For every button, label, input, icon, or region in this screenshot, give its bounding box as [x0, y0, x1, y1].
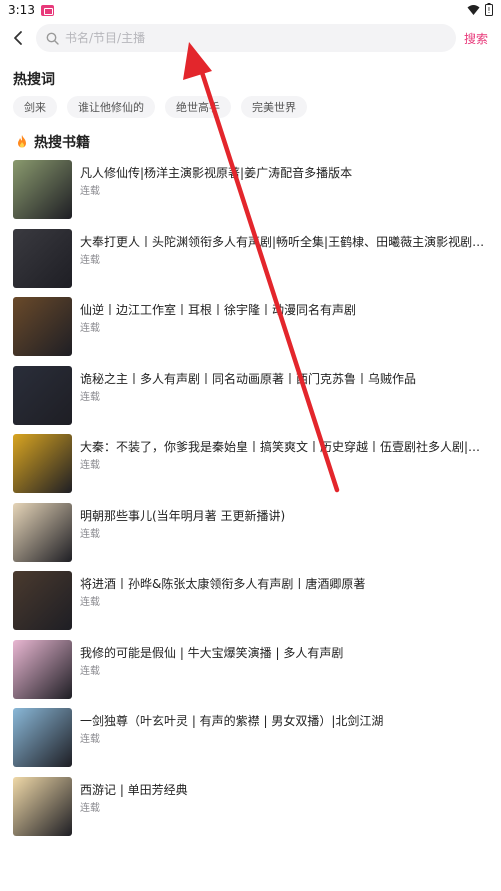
- book-title: 大秦：不装了，你爹我是秦始皇丨搞笑爽文丨历史穿越丨伍壹剧社多人剧|赵...: [80, 440, 488, 454]
- hot-word-chip[interactable]: 剑来: [13, 96, 57, 118]
- book-title: 西游记 | 单田芳经典: [80, 782, 188, 797]
- hot-words-heading: 热搜词: [13, 72, 55, 88]
- hot-books-heading: 热搜书籍: [15, 132, 90, 152]
- book-list-item[interactable]: 诡秘之主丨多人有声剧丨同名动画原著丨西门克苏鲁丨乌贼作品 连载: [13, 365, 493, 435]
- book-title: 诡秘之主丨多人有声剧丨同名动画原著丨西门克苏鲁丨乌贼作品: [80, 371, 417, 386]
- book-list-item[interactable]: 我修的可能是假仙 | 牛大宝爆笑演播 | 多人有声剧 连载: [13, 639, 493, 709]
- book-status: 连载: [80, 391, 100, 403]
- hot-words-chips: 剑来 谁让他修仙的 绝世高手 完美世界: [13, 96, 307, 118]
- book-status: 连载: [80, 460, 100, 471]
- book-status: 连载: [80, 323, 100, 334]
- book-title: 将进酒丨孙晔&陈张太康领衔多人有声剧丨唐酒卿原著: [80, 577, 366, 591]
- status-time: 3:13: [8, 3, 35, 17]
- chevron-left-icon: [14, 31, 22, 45]
- svg-text:!: !: [487, 6, 490, 15]
- book-list-item[interactable]: 一剑独尊（叶玄叶灵 | 有声的紫襟 | 男女双播）|北剑江湖 连载: [13, 708, 493, 777]
- book-list-item[interactable]: 大秦：不装了，你爹我是秦始皇丨搞笑爽文丨历史穿越丨伍壹剧社多人剧|赵... 连载: [13, 434, 493, 503]
- book-title: 我修的可能是假仙 | 牛大宝爆笑演播 | 多人有声剧: [80, 645, 344, 660]
- hot-books-title: 热搜书籍: [34, 135, 90, 151]
- flame-icon: [18, 135, 26, 148]
- status-bar: 3:13 !: [0, 0, 501, 20]
- book-cover: [13, 365, 72, 425]
- search-icon: [46, 32, 59, 45]
- book-status: 连载: [80, 734, 100, 745]
- wifi-icon: [467, 4, 480, 15]
- book-title: 凡人修仙传|杨洋主演影视原著|姜广涛配音多播版本: [80, 166, 353, 180]
- book-title: 大奉打更人丨头陀渊领衔多人有声剧|畅听全集|王鹤棣、田曦薇主演影视剧原著: [80, 234, 488, 249]
- search-header: 搜索: [0, 22, 501, 54]
- book-cover: [13, 776, 72, 836]
- book-status: 连载: [80, 802, 100, 814]
- book-list-item[interactable]: 仙逆丨边江工作室丨耳根丨徐宇隆丨动漫同名有声剧 连载: [13, 297, 493, 366]
- search-box[interactable]: [36, 24, 456, 52]
- book-list-item[interactable]: 大奉打更人丨头陀渊领衔多人有声剧|畅听全集|王鹤棣、田曦薇主演影视剧原著 连载: [13, 228, 493, 298]
- book-status: 连载: [80, 597, 100, 608]
- book-cover: [13, 571, 72, 630]
- book-cover: [13, 708, 72, 767]
- book-status: 连载: [80, 186, 100, 197]
- book-title: 仙逆丨边江工作室丨耳根丨徐宇隆丨动漫同名有声剧: [80, 303, 357, 317]
- battery-icon: !: [485, 3, 493, 16]
- hot-word-chip[interactable]: 完美世界: [241, 96, 307, 118]
- book-list-item[interactable]: 将进酒丨孙晔&陈张太康领衔多人有声剧丨唐酒卿原著 连载: [13, 571, 493, 640]
- search-input[interactable]: [65, 31, 405, 45]
- book-list-item[interactable]: 明朝那些事儿(当年明月著 王更新播讲) 连载: [13, 502, 493, 572]
- book-cover: [13, 639, 72, 699]
- book-cover: [13, 297, 72, 356]
- book-list: 凡人修仙传|杨洋主演影视原著|姜广涛配音多播版本 连载 大奉打更人丨头陀渊领衔多…: [13, 160, 493, 845]
- book-list-item[interactable]: 西游记 | 单田芳经典 连载: [13, 776, 493, 846]
- hot-word-chip[interactable]: 绝世高手: [165, 96, 231, 118]
- app-notification-icon: [40, 4, 54, 16]
- book-list-item[interactable]: 凡人修仙传|杨洋主演影视原著|姜广涛配音多播版本 连载: [13, 160, 493, 229]
- book-title: 明朝那些事儿(当年明月著 王更新播讲): [80, 508, 286, 523]
- book-status: 连载: [80, 254, 100, 266]
- hot-word-chip[interactable]: 谁让他修仙的: [67, 96, 155, 118]
- status-icons: !: [467, 3, 493, 16]
- book-status: 连载: [80, 665, 100, 677]
- search-button[interactable]: 搜索: [464, 30, 488, 47]
- back-button[interactable]: [6, 24, 30, 52]
- book-title: 一剑独尊（叶玄叶灵 | 有声的紫襟 | 男女双播）|北剑江湖: [80, 714, 384, 728]
- book-cover: [13, 228, 72, 288]
- book-cover: [13, 502, 72, 562]
- book-cover: [13, 160, 72, 219]
- book-cover: [13, 434, 72, 493]
- book-status: 连载: [80, 528, 100, 540]
